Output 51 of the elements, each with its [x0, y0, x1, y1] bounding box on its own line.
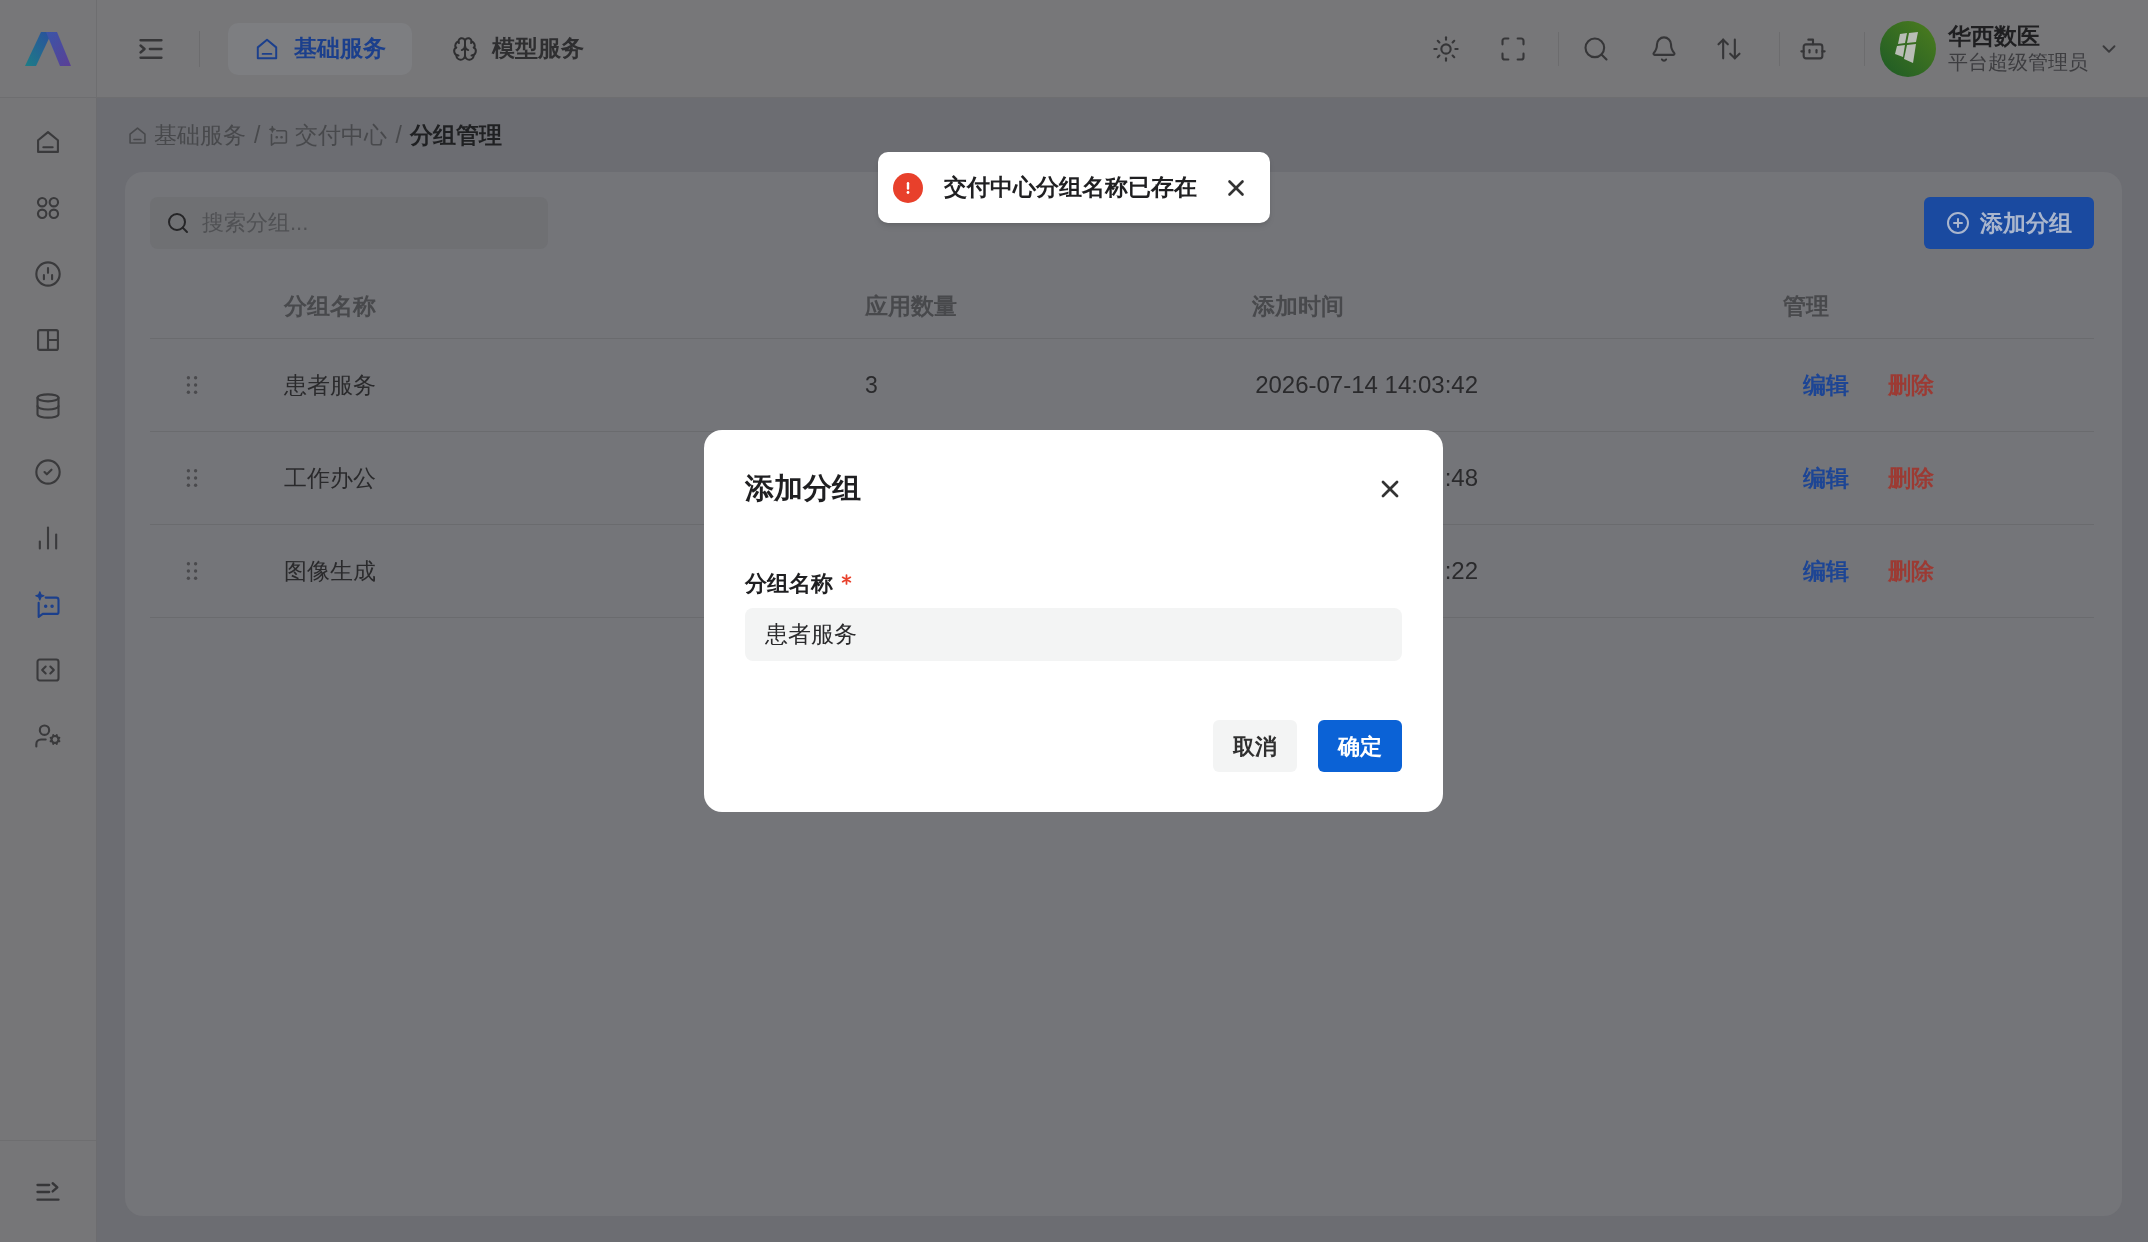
chat-sparkle-icon: [34, 590, 62, 618]
brain-icon: [452, 35, 478, 62]
breadcrumb-current: 分组管理: [409, 120, 502, 150]
home-icon: [34, 128, 62, 156]
database-icon: [34, 392, 62, 420]
error-icon: [893, 172, 923, 203]
check-circle-icon: [34, 458, 62, 486]
theme-icon: [1432, 34, 1460, 63]
group-name-cell-text: 工作办公: [284, 463, 376, 493]
fullscreen-icon: [1499, 34, 1527, 63]
drag-handle-icon[interactable]: [186, 468, 198, 488]
avatar-icon[interactable]: [1880, 20, 1936, 77]
plus-circle-icon: [1946, 211, 1970, 235]
panel-layout-icon: [34, 326, 62, 354]
nav-tab[interactable]: 模型服务: [426, 22, 610, 75]
group-name-field[interactable]: 患者服务: [745, 608, 1402, 661]
notification-icon: [1650, 34, 1678, 63]
delete-link[interactable]: 删除: [1888, 553, 1934, 589]
search-icon: [1582, 34, 1610, 63]
user-gear-icon: [34, 722, 62, 750]
code-window-icon: [34, 656, 62, 684]
user-role: 平台超级管理员: [1948, 50, 2088, 76]
dialog-title: 添加分组: [745, 471, 861, 507]
nav-tab[interactable]: 基础服务: [228, 22, 412, 75]
delete-link[interactable]: 删除: [1888, 460, 1934, 496]
field-label: 分组名称: [745, 569, 833, 598]
group-name-cell-text: 患者服务: [284, 370, 376, 400]
app-count-cell-text: 3: [865, 370, 878, 400]
add-group-button[interactable]: 添加分组: [1924, 197, 2094, 249]
edit-link[interactable]: 编辑: [1803, 553, 1849, 589]
breadcrumb-separator: /: [254, 120, 261, 150]
plug-circle-icon: [34, 260, 62, 288]
added-time-cell-text: :48: [1444, 463, 1478, 493]
delete-link[interactable]: 删除: [1888, 367, 1934, 403]
toast-message: 交付中心分组名称已存在: [944, 173, 1197, 203]
confirm-button[interactable]: 确定: [1318, 720, 1402, 772]
breadcrumb-separator: /: [395, 120, 402, 150]
logo-icon: [24, 30, 72, 67]
home-icon: [127, 124, 148, 146]
four-circles-icon: [34, 194, 62, 222]
group-name-cell-text: 图像生成: [284, 556, 376, 586]
search-icon: [166, 211, 190, 235]
edit-link[interactable]: 编辑: [1803, 460, 1849, 496]
drag-handle-icon[interactable]: [186, 561, 198, 581]
added-time-cell-text: :22: [1444, 556, 1478, 586]
chat-sparkle-icon: [268, 124, 290, 146]
added-time-cell-text: 2026-07-14 14:03:42: [1255, 370, 1478, 400]
user-name: 华西数医: [1948, 21, 2041, 51]
edit-link[interactable]: 编辑: [1803, 367, 1849, 403]
cancel-button[interactable]: 取消: [1213, 720, 1297, 772]
drag-handle-icon[interactable]: [186, 375, 198, 395]
